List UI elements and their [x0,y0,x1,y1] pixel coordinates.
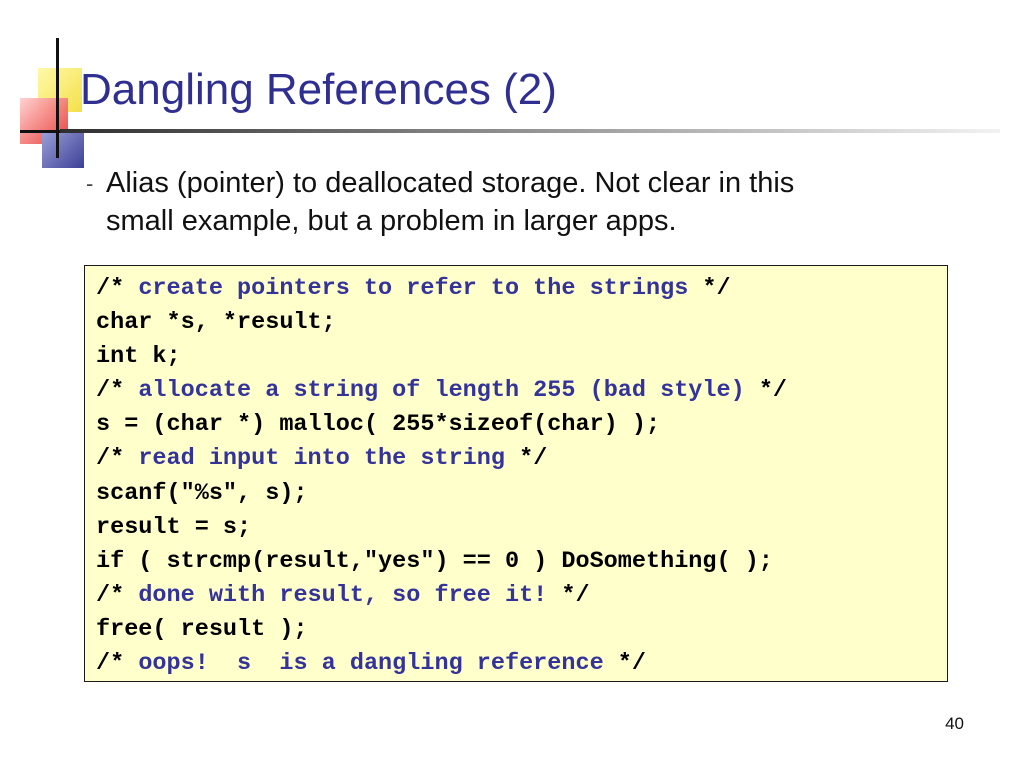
bullet-marker: - [86,171,94,196]
code-line: free( result ); [96,615,308,643]
code-line: s = (char *) malloc( 255*sizeof(char) ); [96,411,661,439]
code-line: /* read input into the string */ [96,445,548,473]
title-underline [60,129,1000,133]
code-line: /* allocate a string of length 255 (bad … [96,377,788,405]
logo-blue-square [42,132,84,168]
logo-vertical-line [56,38,59,158]
code-line: int k; [96,343,181,371]
code-line: /* oops! s is a dangling reference */ [96,650,647,678]
slide-title: Dangling References (2) [80,65,557,114]
code-line: result = s; [96,513,252,541]
code-line: /* create pointers to refer to the strin… [96,275,731,302]
code-line: /* done with result, so free it! */ [96,581,590,609]
code-line: scanf("%s", s); [96,479,308,507]
page-number: 40 [945,714,964,733]
bullet-text: Alias (pointer) to deallocated storage. … [106,164,966,240]
code-line: char *s, *result; [96,309,336,337]
code-line: if ( strcmp(result,"yes") == 0 ) DoSomet… [96,547,773,575]
bullet-text-line-1: Alias (pointer) to deallocated storage. … [106,167,795,199]
code-block: /* create pointers to refer to the strin… [84,265,948,682]
bullet-text-line-2: small example, but a problem in larger a… [106,205,677,237]
